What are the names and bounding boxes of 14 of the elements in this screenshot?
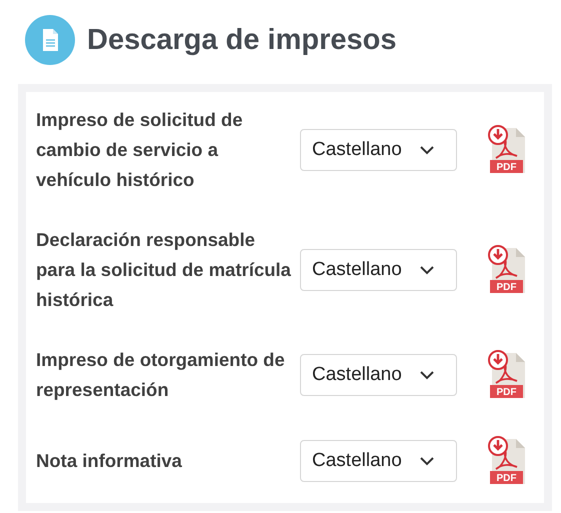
form-name: Declaración responsable para la solicitud de matrícula histórica [36, 228, 292, 312]
language-select[interactable]: Castellano [300, 440, 457, 482]
form-name: Impreso de otorgamiento de representación [36, 348, 286, 402]
language-select[interactable]: Castellano [300, 354, 457, 396]
language-select[interactable]: Castellano [300, 129, 457, 171]
language-select[interactable]: Castellano [300, 249, 457, 291]
document-icon [25, 15, 75, 65]
chevron-icon [420, 146, 434, 154]
form-name: Impreso de solicitud de cambio de servicio a vehículo histórico [36, 108, 244, 192]
page-title: Descarga de impresos [87, 24, 396, 56]
form-name: Nota informativa [36, 449, 183, 473]
chevron-icon [420, 456, 434, 466]
chevron-icon [420, 370, 434, 380]
chevron-icon [420, 266, 434, 274]
